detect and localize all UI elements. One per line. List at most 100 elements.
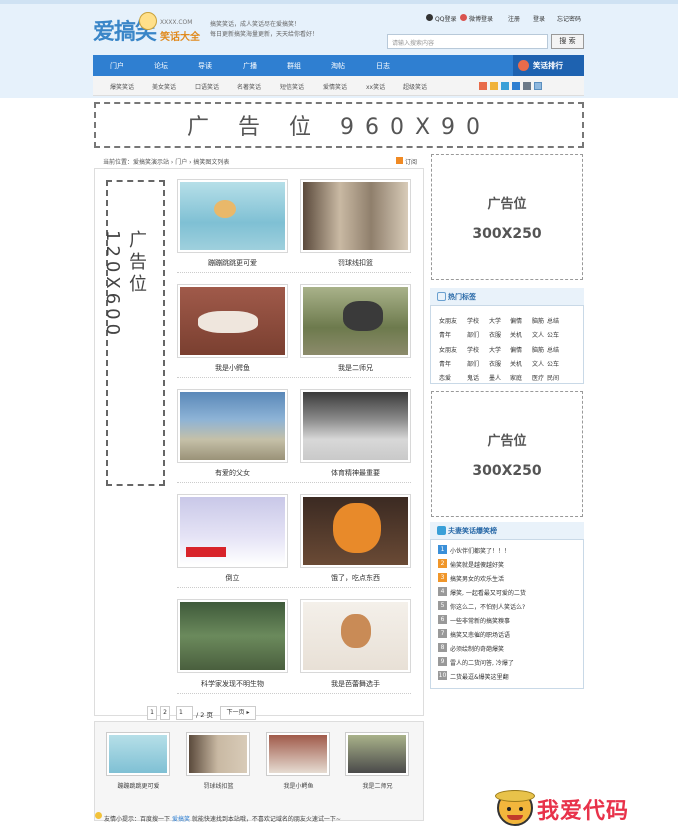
subnav-item[interactable]: 短信笑话 bbox=[280, 82, 304, 91]
forgot-password-link[interactable]: 忘记密码 bbox=[557, 14, 581, 23]
post-caption[interactable]: 有爱的父女 bbox=[177, 468, 288, 478]
ad-box-300x250[interactable]: 广告位 300X250 bbox=[431, 391, 583, 517]
hot-tag[interactable]: 偏情 bbox=[510, 316, 522, 325]
rank-item[interactable]: 偷笑就是越傻越好笑 bbox=[450, 560, 504, 569]
search-input[interactable]: 请输入搜索内容 bbox=[387, 34, 548, 49]
related-caption[interactable]: 罚球线扣篮 bbox=[181, 781, 256, 790]
hot-tag[interactable]: 总结 bbox=[547, 316, 559, 325]
login-link[interactable]: 登录 bbox=[533, 14, 545, 23]
hot-tag[interactable]: 公车 bbox=[547, 359, 559, 368]
hot-tag[interactable]: 青年 bbox=[439, 359, 451, 368]
hot-tag[interactable]: 文人 bbox=[532, 330, 544, 339]
nav-item-blog[interactable]: 日志 bbox=[376, 61, 390, 71]
hot-tag[interactable]: 学校 bbox=[467, 316, 479, 325]
subnav-item[interactable]: 口语笑话 bbox=[195, 82, 219, 91]
related-caption[interactable]: 蹦蹦跳跳更可爱 bbox=[101, 781, 176, 790]
nav-item-groups[interactable]: 群组 bbox=[287, 61, 301, 71]
hot-tag[interactable]: 关机 bbox=[510, 359, 522, 368]
search-button[interactable]: 搜 索 bbox=[551, 34, 584, 49]
related-thumbnail[interactable] bbox=[266, 732, 330, 776]
hot-tag[interactable]: 学校 bbox=[467, 345, 479, 354]
subnav-item[interactable]: xx笑话 bbox=[366, 82, 385, 91]
post-thumbnail[interactable] bbox=[300, 179, 411, 253]
pager-page-input[interactable]: 1 bbox=[176, 706, 193, 720]
hot-tag[interactable]: 部们 bbox=[467, 359, 479, 368]
nav-item-collections[interactable]: 淘帖 bbox=[331, 61, 345, 71]
post-thumbnail[interactable] bbox=[177, 494, 288, 568]
share-icon[interactable] bbox=[534, 82, 542, 90]
related-thumbnail[interactable] bbox=[186, 732, 250, 776]
post-thumbnail[interactable] bbox=[177, 284, 288, 358]
subnav-item[interactable]: 爆笑笑话 bbox=[110, 82, 134, 91]
share-icon[interactable] bbox=[479, 82, 487, 90]
share-icon[interactable] bbox=[523, 82, 531, 90]
post-thumbnail[interactable] bbox=[300, 284, 411, 358]
hot-tag[interactable]: 关机 bbox=[510, 330, 522, 339]
pager-page-2[interactable]: 2 bbox=[160, 706, 170, 720]
post-caption[interactable]: 我是芭蕾舞选手 bbox=[300, 679, 411, 689]
rank-item[interactable]: 二货最逗&爆笑这里翻 bbox=[450, 672, 509, 681]
subnav-item[interactable]: 美女笑话 bbox=[152, 82, 176, 91]
weibo-login-link[interactable]: 微博登录 bbox=[469, 14, 493, 23]
post-thumbnail[interactable] bbox=[177, 389, 288, 463]
nav-item-broadcast[interactable]: 广播 bbox=[243, 61, 257, 71]
post-caption[interactable]: 我是二师兄 bbox=[300, 363, 411, 373]
hot-tag[interactable]: 文人 bbox=[532, 359, 544, 368]
qq-login-link[interactable]: QQ登录 bbox=[435, 14, 456, 23]
ad-box-300x250[interactable]: 广告位 300X250 bbox=[431, 154, 583, 280]
share-icon[interactable] bbox=[490, 82, 498, 90]
subnav-item[interactable]: 超级笑话 bbox=[403, 82, 427, 91]
related-caption[interactable]: 我是小鳄鱼 bbox=[261, 781, 336, 790]
post-caption[interactable]: 倒立 bbox=[177, 573, 288, 583]
nav-item-portal[interactable]: 门户 bbox=[110, 61, 124, 71]
share-icon[interactable] bbox=[512, 82, 520, 90]
nav-item-guide[interactable]: 导读 bbox=[198, 61, 212, 71]
hot-tag[interactable]: 公车 bbox=[547, 330, 559, 339]
hot-tag[interactable]: 家庭 bbox=[510, 373, 522, 382]
ad-banner-960x90[interactable]: 广 告 位 960X90 bbox=[94, 102, 584, 148]
post-caption[interactable]: 罚球线扣篮 bbox=[300, 258, 411, 268]
rank-item[interactable]: 雷人的二货问答, 冷爆了 bbox=[450, 658, 514, 667]
related-thumbnail[interactable] bbox=[345, 732, 409, 776]
rank-item[interactable]: 小伙伴们都笑了！！！ bbox=[450, 546, 510, 555]
post-caption[interactable]: 饿了，吃点东西 bbox=[300, 573, 411, 583]
post-caption[interactable]: 我是小鳄鱼 bbox=[177, 363, 288, 373]
rank-item[interactable]: 必须绘制的奇葩爆笑 bbox=[450, 644, 504, 653]
pager-next-button[interactable]: 下一页 ▸ bbox=[220, 706, 256, 720]
post-thumbnail[interactable] bbox=[177, 179, 288, 253]
related-thumbnail[interactable] bbox=[106, 732, 170, 776]
hot-tag[interactable]: 女朋友 bbox=[439, 345, 457, 354]
subnav-item[interactable]: 爱情笑话 bbox=[323, 82, 347, 91]
hot-tag[interactable]: 恋爱 bbox=[439, 373, 451, 382]
rank-item[interactable]: 你这么二，不怕别人笑话么? bbox=[450, 602, 525, 611]
hot-tag[interactable]: 衣服 bbox=[489, 330, 501, 339]
hot-tag[interactable]: 大学 bbox=[489, 316, 501, 325]
related-caption[interactable]: 我是二师兄 bbox=[340, 781, 415, 790]
rss-icon[interactable] bbox=[396, 157, 403, 164]
post-caption[interactable]: 科学家发现不明生物 bbox=[177, 679, 288, 689]
pager-page-1[interactable]: 1 bbox=[147, 706, 157, 720]
hot-tag[interactable]: 总结 bbox=[547, 345, 559, 354]
post-thumbnail[interactable] bbox=[300, 599, 411, 673]
rank-item[interactable]: 一些非常新的搞笑糗事 bbox=[450, 616, 510, 625]
tip-link[interactable]: 爱搞笑 bbox=[172, 816, 190, 823]
post-caption[interactable]: 体育精神最重要 bbox=[300, 468, 411, 478]
post-thumbnail[interactable] bbox=[300, 494, 411, 568]
hot-tag[interactable]: 大学 bbox=[489, 345, 501, 354]
hot-tag[interactable]: 墨人 bbox=[489, 373, 501, 382]
hot-tag[interactable]: 鬼话 bbox=[467, 373, 479, 382]
hot-tag[interactable]: 偏情 bbox=[510, 345, 522, 354]
hot-tag[interactable]: 女朋友 bbox=[439, 316, 457, 325]
subnav-item[interactable]: 名著笑话 bbox=[237, 82, 261, 91]
register-link[interactable]: 注册 bbox=[508, 14, 520, 23]
hot-tag[interactable]: 衣服 bbox=[489, 359, 501, 368]
hot-tag[interactable]: 脑筋 bbox=[532, 345, 544, 354]
post-caption[interactable]: 蹦蹦跳跳更可爱 bbox=[177, 258, 288, 268]
hot-tag[interactable]: 医疗 bbox=[532, 373, 544, 382]
post-thumbnail[interactable] bbox=[300, 389, 411, 463]
hot-tag[interactable]: 脑筋 bbox=[532, 316, 544, 325]
hot-tag[interactable]: 部们 bbox=[467, 330, 479, 339]
rank-item[interactable]: 搞笑男女的欢乐生活 bbox=[450, 574, 504, 583]
hot-tag[interactable]: 青年 bbox=[439, 330, 451, 339]
hot-tag[interactable]: 民间 bbox=[547, 373, 559, 382]
